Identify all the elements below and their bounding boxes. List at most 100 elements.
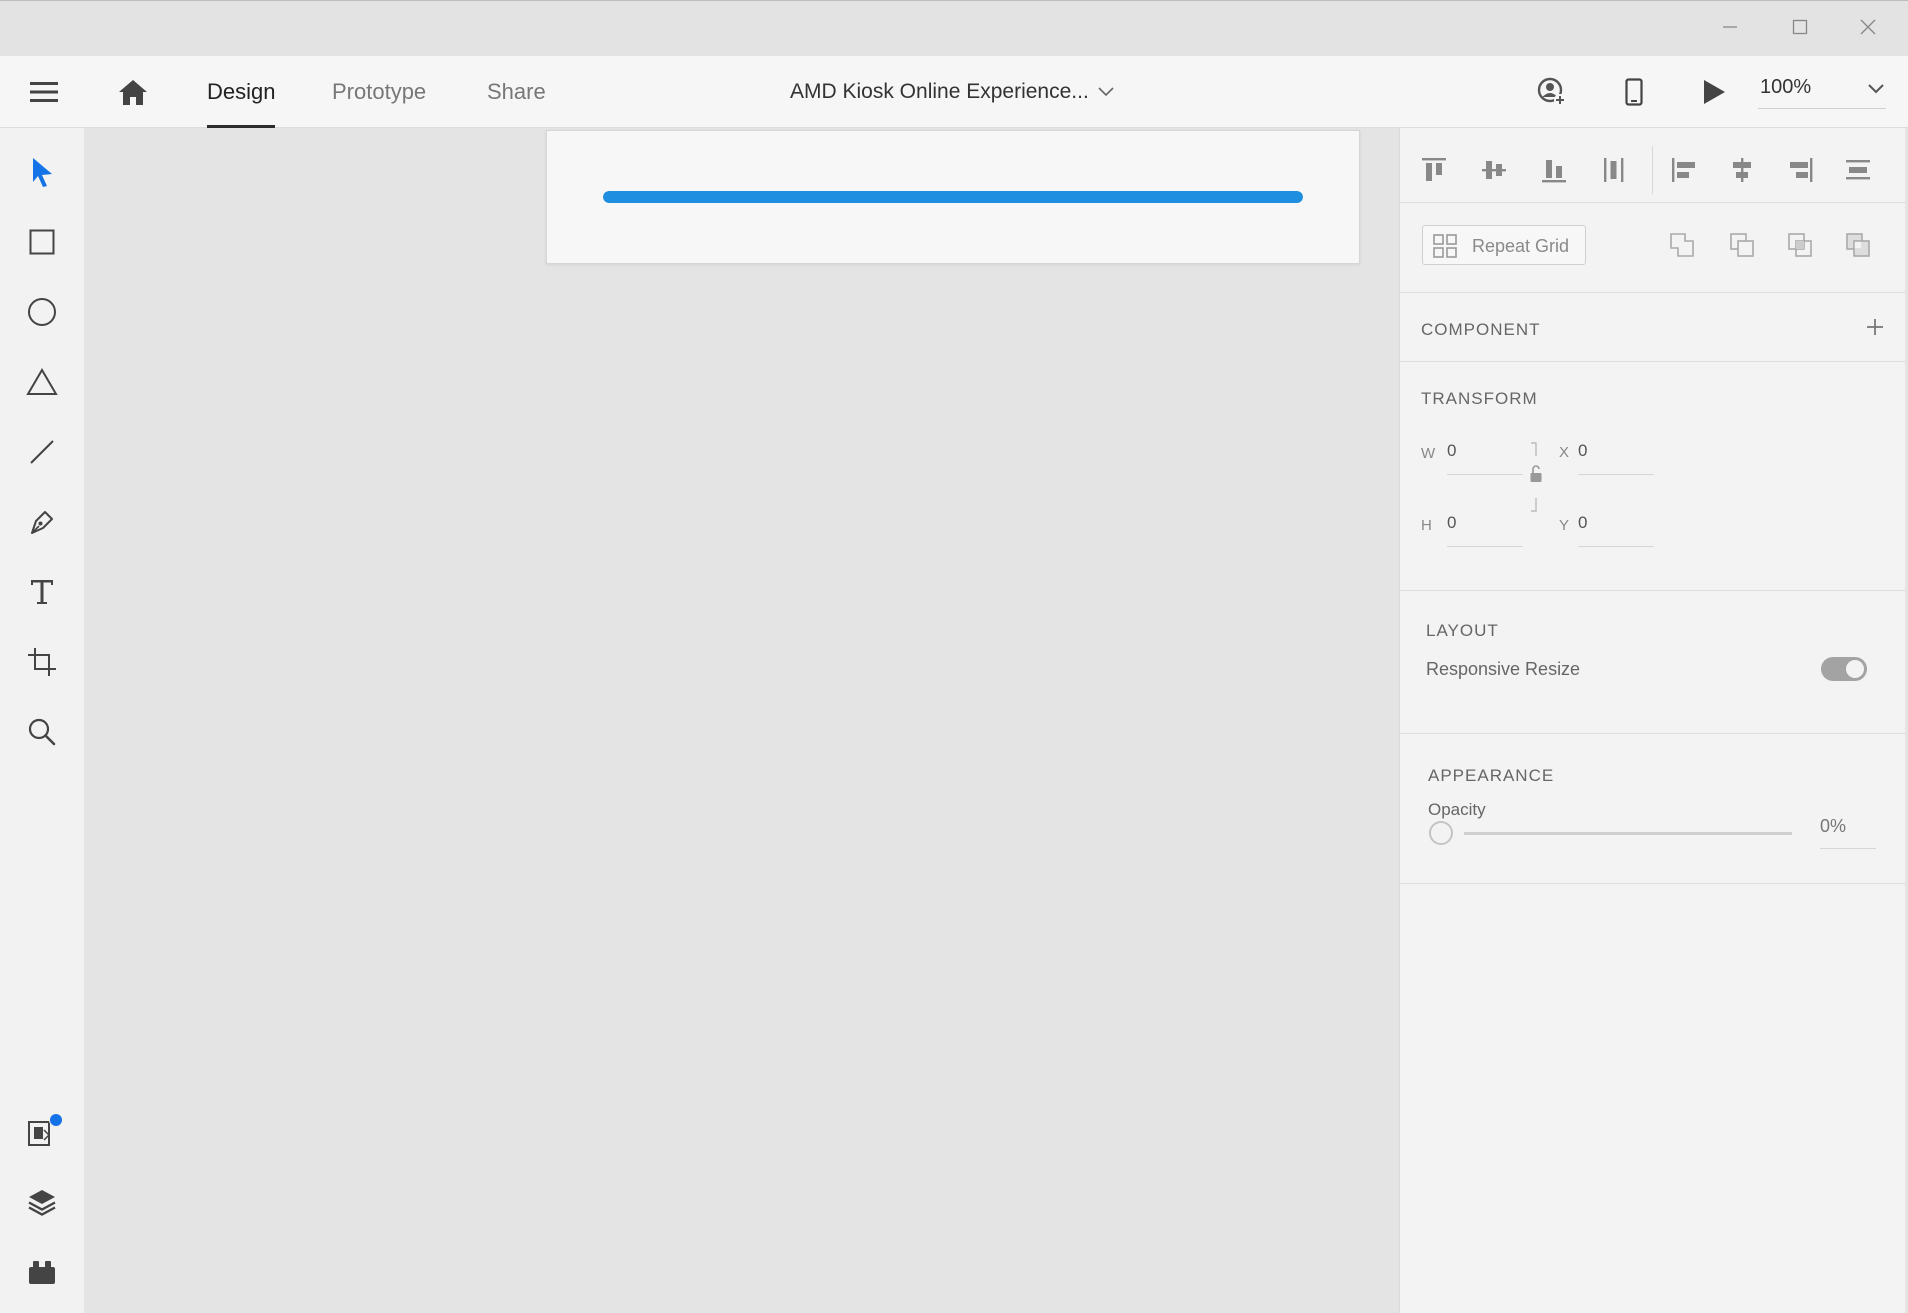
app-header: Design Prototype Share AMD Kiosk Online … (0, 56, 1908, 128)
rectangle-icon (29, 229, 55, 255)
align-bottom-button[interactable] (1534, 150, 1574, 190)
tab-share[interactable]: Share (487, 56, 546, 128)
boolean-subtract-icon (1729, 232, 1755, 258)
share-user-icon (1537, 77, 1567, 107)
artboard-tool[interactable] (14, 634, 70, 690)
distribute-horizontal-button[interactable] (1594, 150, 1634, 190)
width-underline (1447, 474, 1523, 475)
responsive-resize-toggle[interactable] (1821, 657, 1867, 681)
repeat-grid-row: Repeat Grid (1400, 203, 1906, 292)
alignment-row (1400, 128, 1906, 203)
desktop-preview-button[interactable] (1692, 72, 1736, 112)
ellipse-tool[interactable] (14, 284, 70, 340)
assets-panel-button[interactable] (14, 1104, 70, 1160)
layout-title: LAYOUT (1426, 621, 1499, 640)
transform-section: TRANSFORM W 0 H 0 X 0 Y 0 (1400, 362, 1906, 591)
maximize-icon (1792, 19, 1808, 35)
layers-panel-button[interactable] (14, 1174, 70, 1230)
select-tool[interactable] (14, 144, 70, 200)
alignment-divider (1652, 146, 1653, 194)
align-middle-button[interactable] (1474, 150, 1514, 190)
boolean-intersect-button[interactable] (1780, 225, 1820, 265)
zoom-dropdown[interactable]: 100% (1758, 74, 1886, 109)
home-button[interactable] (112, 72, 154, 112)
distribute-vertical-button[interactable] (1838, 150, 1878, 190)
minimize-button[interactable] (1708, 11, 1752, 43)
align-right-icon (1787, 157, 1813, 183)
y-label: Y (1559, 517, 1570, 534)
x-label: X (1559, 444, 1570, 461)
opacity-value-underline (1820, 848, 1876, 849)
tab-prototype[interactable]: Prototype (332, 56, 426, 128)
text-icon (30, 579, 54, 605)
zoom-tool[interactable] (14, 704, 70, 760)
zoom-icon (28, 718, 56, 746)
appearance-section: APPEARANCE Opacity 0% (1400, 734, 1906, 884)
align-top-button[interactable] (1414, 150, 1454, 190)
opacity-slider-knob[interactable] (1429, 821, 1453, 845)
align-middle-icon (1481, 157, 1507, 183)
pen-icon (28, 508, 56, 536)
lock-aspect-button[interactable] (1526, 442, 1546, 512)
device-preview-button[interactable] (1612, 72, 1656, 112)
ellipse-icon (27, 297, 57, 327)
polygon-tool[interactable] (14, 354, 70, 410)
notification-dot (49, 1113, 63, 1127)
document-title[interactable]: AMD Kiosk Online Experience... (790, 56, 1089, 128)
align-center-button[interactable] (1722, 150, 1762, 190)
zoom-level: 100% (1760, 76, 1812, 98)
boolean-exclude-button[interactable] (1838, 225, 1878, 265)
distribute-vertical-icon (1845, 157, 1871, 183)
play-icon (1702, 79, 1726, 105)
hamburger-menu-button[interactable] (22, 72, 66, 112)
x-input[interactable]: 0 (1578, 441, 1587, 461)
close-window-button[interactable] (1846, 11, 1890, 43)
boolean-intersect-icon (1787, 232, 1813, 258)
align-left-icon (1671, 157, 1697, 183)
hamburger-menu-icon (30, 81, 58, 103)
align-right-button[interactable] (1780, 150, 1820, 190)
plugins-icon (28, 1259, 56, 1285)
plugins-panel-button[interactable] (14, 1244, 70, 1300)
progress-bar-fill (603, 191, 1303, 203)
polygon-icon (26, 368, 58, 396)
boolean-subtract-button[interactable] (1722, 225, 1762, 265)
maximize-button[interactable] (1778, 11, 1822, 43)
boolean-add-icon (1669, 232, 1695, 258)
artboard[interactable] (546, 130, 1360, 264)
height-label: H (1421, 517, 1432, 534)
artboard-icon (27, 647, 57, 677)
invite-user-button[interactable] (1530, 72, 1574, 112)
assets-icon (27, 1113, 63, 1147)
boolean-exclude-icon (1845, 232, 1871, 258)
y-input[interactable]: 0 (1578, 513, 1587, 533)
align-top-icon (1421, 157, 1447, 183)
minimize-icon (1722, 19, 1738, 35)
repeat-grid-label: Repeat Grid (1472, 236, 1570, 256)
text-tool[interactable] (14, 564, 70, 620)
mobile-preview-icon (1625, 78, 1643, 106)
add-component-button[interactable] (1855, 307, 1895, 347)
tool-bar (0, 128, 84, 1313)
line-tool[interactable] (14, 424, 70, 480)
select-arrow-icon (31, 157, 53, 187)
line-icon (29, 439, 55, 465)
y-underline (1578, 546, 1654, 547)
rectangle-tool[interactable] (14, 214, 70, 270)
width-input[interactable]: 0 (1447, 441, 1456, 461)
opacity-label: Opacity (1428, 800, 1486, 819)
pen-tool[interactable] (14, 494, 70, 550)
chevron-down-icon (1868, 84, 1884, 94)
align-left-button[interactable] (1664, 150, 1704, 190)
align-center-icon (1729, 157, 1755, 183)
opacity-slider-track[interactable] (1464, 832, 1792, 835)
progress-bar[interactable] (603, 191, 1303, 203)
design-canvas[interactable] (84, 128, 1399, 1313)
opacity-value[interactable]: 0% (1820, 816, 1846, 837)
document-menu-button[interactable] (1094, 78, 1118, 106)
layers-icon (27, 1188, 57, 1216)
boolean-add-button[interactable] (1662, 225, 1702, 265)
repeat-grid-button[interactable]: Repeat Grid (1422, 225, 1586, 265)
tab-design[interactable]: Design (207, 56, 276, 128)
height-input[interactable]: 0 (1447, 513, 1456, 533)
